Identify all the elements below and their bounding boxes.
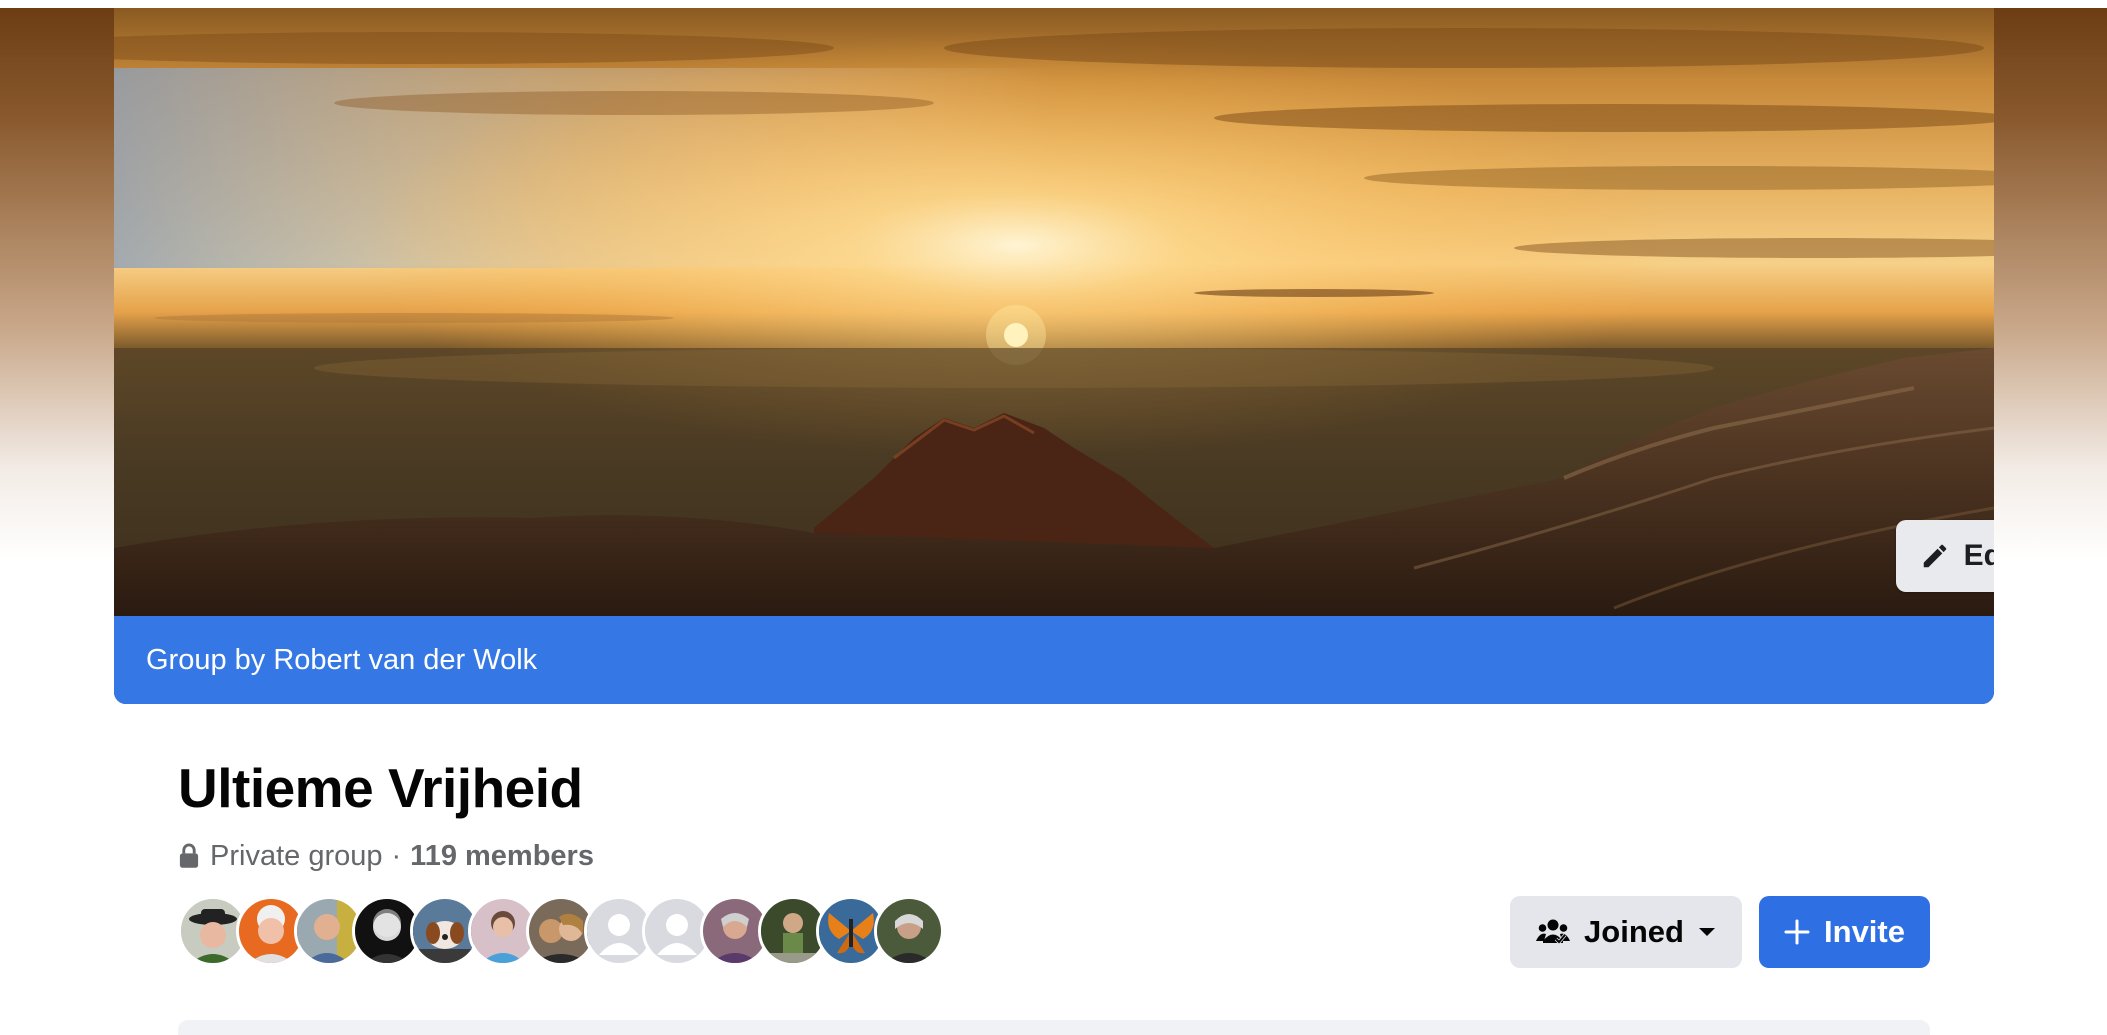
joined-button[interactable]: Joined [1510,896,1742,968]
content-card-edge [178,1020,1930,1035]
edit-label: Edit [1963,539,1994,572]
edit-cover-button[interactable]: Edit [1896,520,1994,592]
cover-photo[interactable] [114,8,1994,616]
people-icon [1536,919,1571,945]
group-meta: Private group · 119 members [178,836,594,876]
top-strip [0,0,2107,8]
joined-label: Joined [1584,914,1684,949]
privacy-label[interactable]: Private group [210,840,383,873]
caret-down-icon [1698,928,1715,936]
member-avatar[interactable] [874,896,944,966]
plus-icon [1784,919,1810,945]
pencil-icon [1923,544,1946,568]
member-avatars [178,896,944,968]
group-title[interactable]: Ultieme Vrijheid [178,752,583,824]
group-by-text[interactable]: Group by Robert van der Wolk [146,644,537,677]
group-page: Edit Group by Robert van der Wolk Ultiem… [0,0,2107,1035]
meta-separator: · [391,839,402,872]
invite-label: Invite [1824,914,1905,949]
member-count[interactable]: 119 members [410,840,594,873]
cover-section: Edit Group by Robert van der Wolk [114,8,1994,704]
group-by-banner: Group by Robert van der Wolk [114,616,1994,704]
lock-icon [179,843,199,868]
invite-button[interactable]: Invite [1759,896,1930,968]
